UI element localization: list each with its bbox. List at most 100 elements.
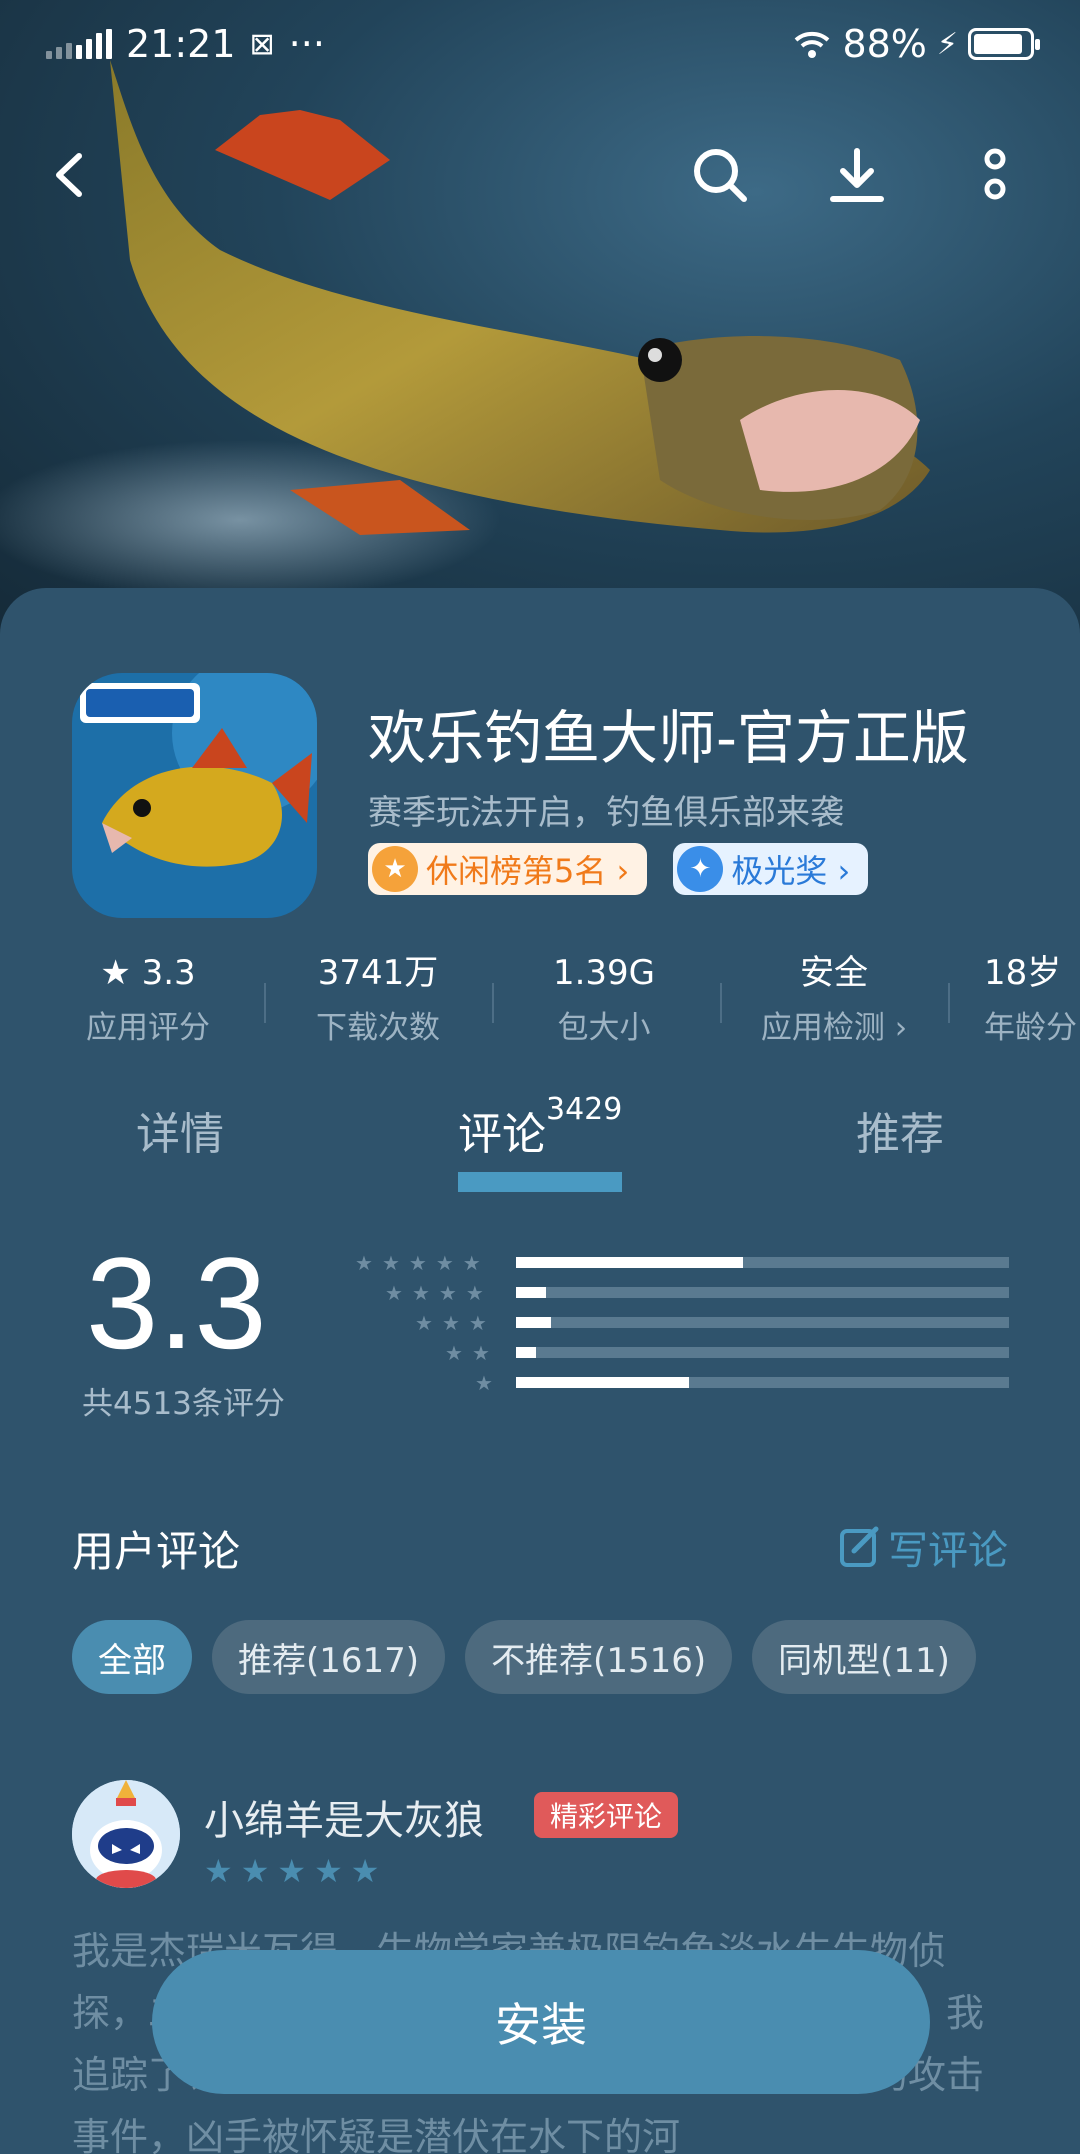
stat-downloads: 3741万 下载次数	[316, 953, 440, 1046]
filter-all[interactable]: 全部	[72, 1620, 192, 1694]
filter-not-recommend[interactable]: 不推荐(1516)	[465, 1620, 733, 1694]
bar-fill	[516, 1287, 546, 1298]
app-icon	[72, 673, 317, 918]
rating-bar-3-star: ★ ★ ★	[340, 1313, 1010, 1333]
star-icon: ★	[204, 1852, 233, 1890]
rating-bar-4-star: ★ ★ ★ ★	[340, 1283, 1010, 1303]
edit-icon	[840, 1526, 879, 1567]
app-detail-sheet: 欢乐钓鱼大师-官方正版 赛季玩法开启，钓鱼俱乐部来袭 ★ 休闲榜第5名 › ✦ …	[0, 588, 1080, 2154]
rating-bar-1-star: ★	[340, 1373, 1010, 1393]
star-icon: ★	[385, 1281, 403, 1305]
filter-recommend[interactable]: 推荐(1617)	[212, 1620, 446, 1694]
star-icon: ★	[468, 1311, 487, 1335]
more-button[interactable]	[950, 130, 1040, 220]
bar-fill	[516, 1377, 689, 1388]
bar-track	[516, 1317, 1009, 1328]
star-icon: ★	[411, 1281, 430, 1305]
review-count: 3429	[546, 1092, 623, 1127]
medal-icon: ★	[372, 846, 418, 892]
install-button[interactable]: 安装	[152, 1950, 930, 2094]
app-subtitle: 赛季玩法开启，钓鱼俱乐部来袭	[368, 793, 844, 833]
status-bar: 21:21 ⊠ ··· 88% ⚡	[0, 0, 1080, 88]
star-icon: ★	[462, 1251, 481, 1275]
reviewer-name: 小绵羊是大灰狼	[204, 1798, 484, 1844]
app-stats: ★ 3.3 应用评分 3741万 下载次数 1.39G 包大小 安全 应用检测 …	[0, 948, 1080, 1058]
bar-stars: ★ ★ ★ ★	[385, 1283, 490, 1303]
bar-stars: ★ ★ ★ ★ ★	[355, 1253, 490, 1273]
download-button[interactable]	[812, 130, 902, 220]
star-icon: ★	[435, 1251, 454, 1275]
tab-reviews[interactable]: 评论3429	[458, 1092, 622, 1162]
bar-track	[516, 1257, 1009, 1268]
back-arrow-icon	[56, 153, 82, 197]
award-badge-label: 极光奖 ›	[731, 852, 851, 890]
sparkle-icon: ✦	[677, 846, 724, 892]
bar-fill	[516, 1257, 743, 1268]
star-icon: ★	[314, 1852, 343, 1890]
award-badge[interactable]: ✦ 极光奖 ›	[673, 843, 869, 895]
star-icon: ★	[240, 1852, 270, 1890]
reviews-title: 用户评论	[72, 1527, 241, 1576]
star-icon: ★	[355, 1251, 373, 1275]
star-icon: ★	[408, 1251, 427, 1275]
star-icon: ★	[277, 1852, 307, 1890]
avatar[interactable]	[72, 1780, 180, 1888]
tab-details[interactable]: 详情	[136, 1098, 224, 1162]
review-stars: ★ ★ ★ ★ ★	[204, 1852, 379, 1890]
filter-same-device[interactable]: 同机型(11)	[752, 1620, 976, 1694]
star-icon: ★	[475, 1371, 493, 1395]
battery-icon	[968, 28, 1040, 60]
stat-divider	[720, 983, 722, 1023]
star-icon: ★	[441, 1311, 460, 1335]
star-icon: ★	[381, 1251, 400, 1275]
search-button[interactable]	[675, 130, 765, 220]
status-time: 21:21	[126, 22, 236, 66]
review-filters: 全部 推荐(1617) 不推荐(1516) 同机型(11)	[72, 1620, 976, 1694]
more-icon	[984, 148, 1006, 200]
total-ratings: 共4513条评分	[82, 1386, 285, 1422]
bar-fill	[516, 1317, 551, 1328]
ranking-badge-label: 休闲榜第5名 ›	[426, 852, 630, 890]
star-icon: ★	[471, 1341, 490, 1365]
star-icon: ★	[415, 1311, 433, 1335]
battery-percent: 88%	[842, 22, 927, 66]
charging-icon: ⚡	[936, 26, 958, 62]
status-dots: ···	[288, 22, 325, 66]
reviews-header: 用户评论 写评论	[72, 1518, 1008, 1578]
download-icon	[830, 148, 884, 202]
back-button[interactable]	[24, 130, 114, 220]
stat-rating: ★ 3.3 应用评分	[86, 953, 210, 1046]
stat-security[interactable]: 安全 应用检测 ›	[724, 948, 944, 1047]
bar-track	[516, 1287, 1009, 1298]
bar-track	[516, 1347, 1009, 1358]
stat-divider	[264, 983, 266, 1023]
bar-stars: ★	[475, 1371, 493, 1395]
ranking-badge[interactable]: ★ 休闲榜第5名 ›	[368, 843, 648, 895]
hero-banner: 21:21 ⊠ ··· 88% ⚡	[0, 0, 1080, 640]
rating-bar-5-star: ★ ★ ★ ★ ★	[340, 1253, 1010, 1273]
rating-bar-2-star: ★ ★	[340, 1343, 1010, 1363]
bar-track	[516, 1377, 1009, 1388]
search-icon	[694, 149, 747, 202]
signal-icon	[46, 29, 112, 59]
nfc-icon: ⊠	[249, 26, 275, 62]
app-title: 欢乐钓鱼大师-官方正版	[368, 704, 969, 772]
rating-summary: 3.3 共4513条评分 ★ ★ ★ ★ ★ ★ ★ ★ ★ ★ ★ ★ ★ ★ ★	[0, 1228, 1080, 1428]
tab-indicator	[458, 1172, 622, 1192]
featured-tag: 精彩评论	[534, 1792, 679, 1838]
stat-size: 1.39G 包大小	[552, 953, 656, 1046]
star-icon: ★	[445, 1341, 463, 1365]
fish-banner-image	[0, 60, 930, 600]
star-icon: ★	[350, 1852, 380, 1890]
tab-recommend[interactable]: 推荐	[856, 1098, 944, 1162]
star-icon: ★	[438, 1281, 457, 1305]
bar-fill	[516, 1347, 536, 1358]
top-navigation	[0, 130, 1080, 220]
average-score: 3.3	[86, 1230, 267, 1376]
write-review-button[interactable]: 写评论	[838, 1518, 1008, 1576]
bar-stars: ★ ★ ★	[415, 1313, 490, 1333]
app-header: 欢乐钓鱼大师-官方正版 赛季玩法开启，钓鱼俱乐部来袭 ★ 休闲榜第5名 › ✦ …	[72, 673, 1032, 923]
wifi-icon	[795, 31, 830, 58]
star-icon: ★	[465, 1281, 484, 1305]
tab-bar: 详情 评论3429 推荐	[0, 1092, 1080, 1192]
